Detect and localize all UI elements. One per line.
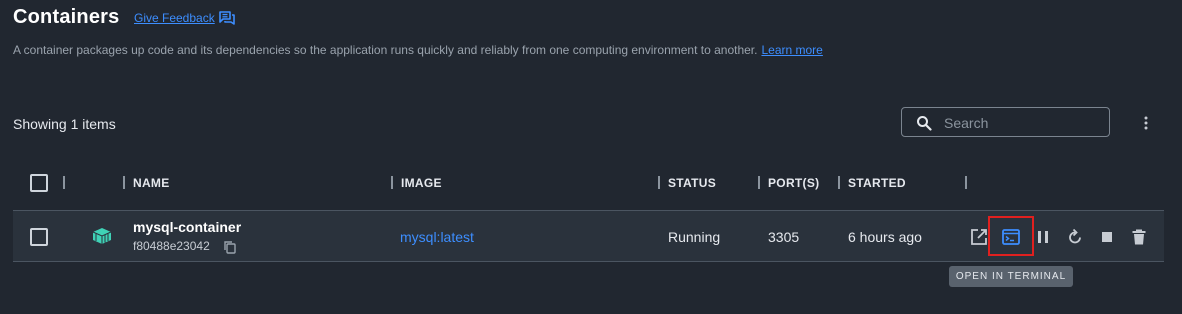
select-all-checkbox[interactable] (30, 174, 48, 192)
column-divider[interactable] (658, 176, 660, 189)
column-header-ports[interactable]: PORT(S) (768, 176, 819, 190)
page-description: A container packages up code and its dep… (13, 43, 823, 57)
pause-icon[interactable] (1034, 228, 1052, 246)
open-in-browser-icon[interactable] (970, 228, 988, 246)
stop-icon[interactable] (1098, 228, 1116, 246)
items-count: Showing 1 items (13, 116, 116, 132)
learn-more-link[interactable]: Learn more (761, 43, 822, 57)
status-text: Running (668, 229, 721, 245)
column-divider[interactable] (965, 176, 967, 189)
container-icon (92, 228, 112, 244)
container-id: f80488e23042 (133, 239, 210, 253)
copy-icon[interactable] (223, 240, 237, 254)
search-icon (917, 116, 932, 131)
feedback-icon[interactable] (219, 10, 235, 26)
container-name[interactable]: mysql-container (133, 219, 241, 235)
page-title: Containers (13, 6, 120, 28)
image-link[interactable]: mysql:latest (400, 229, 474, 245)
give-feedback-link[interactable]: Give Feedback (134, 11, 215, 25)
row-checkbox[interactable] (30, 228, 48, 246)
column-divider[interactable] (758, 176, 760, 189)
ports-text: 3305 (768, 229, 800, 245)
column-divider[interactable] (838, 176, 840, 189)
search-input[interactable] (942, 112, 1106, 134)
column-divider[interactable] (391, 176, 393, 189)
search-box[interactable] (901, 107, 1110, 137)
column-header-status[interactable]: STATUS (668, 176, 716, 190)
terminal-button-highlight (988, 216, 1034, 256)
kebab-menu-icon[interactable] (1138, 115, 1154, 131)
restart-icon[interactable] (1066, 228, 1084, 246)
column-header-started[interactable]: STARTED (848, 176, 906, 190)
column-divider[interactable] (123, 176, 125, 189)
column-divider[interactable] (63, 176, 65, 189)
delete-icon[interactable] (1130, 228, 1148, 246)
column-header-name[interactable]: NAME (133, 176, 170, 190)
tooltip: OPEN IN TERMINAL (949, 266, 1073, 287)
column-header-image[interactable]: IMAGE (401, 176, 442, 190)
started-text: 6 hours ago (848, 229, 922, 245)
